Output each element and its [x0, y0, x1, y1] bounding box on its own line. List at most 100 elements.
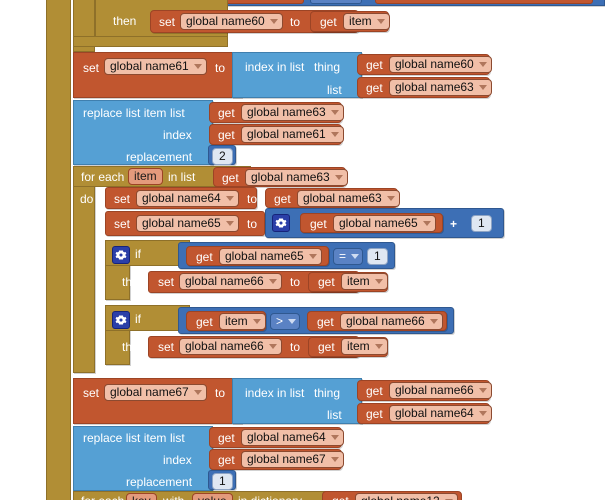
then2-set-dropdown[interactable]: global name66: [179, 338, 282, 355]
chevron-down-icon[interactable]: [374, 343, 383, 349]
replace2-list-get-label: get: [218, 431, 235, 445]
set-global-name67-dropdown[interactable]: global name67: [104, 384, 207, 401]
then1-get-item-dropdown[interactable]: item: [341, 273, 388, 290]
get-global-name60-dropdown[interactable]: global name60: [389, 56, 492, 73]
if-label-2: if: [135, 312, 141, 326]
compare1-left-get-dropdown[interactable]: global name65: [219, 248, 322, 265]
replace-list-item-replacement-label-2: replacement: [126, 475, 193, 489]
add-right-number-field[interactable]: 1: [471, 215, 492, 232]
for-each-dict-label: for each: [81, 495, 124, 500]
outer-control-spine[interactable]: [46, 0, 71, 500]
replace2-list-get-dropdown[interactable]: global name64: [241, 429, 344, 446]
to-label-64: to: [247, 192, 258, 206]
set-global-name60-dropdown[interactable]: global name60: [180, 13, 283, 30]
replace-list-item-list-label-1: list: [170, 106, 185, 120]
chevron-down-icon[interactable]: [330, 109, 339, 115]
for-each-do-label: do: [80, 192, 94, 206]
chevron-down-icon[interactable]: [288, 318, 297, 324]
set64-value-get-dropdown[interactable]: global name63: [297, 190, 400, 207]
chevron-down-icon[interactable]: [193, 63, 202, 69]
replace1-list-get-dropdown[interactable]: global name63: [241, 104, 344, 121]
compare2-right-get-dropdown[interactable]: global name66: [340, 313, 443, 330]
chevron-down-icon[interactable]: [193, 389, 202, 395]
compare1-operator-value: =: [339, 249, 347, 263]
chevron-down-icon[interactable]: [376, 18, 385, 24]
set-label-67: set: [83, 386, 100, 400]
chevron-down-icon[interactable]: [268, 343, 277, 349]
chevron-down-icon[interactable]: [330, 456, 339, 462]
then1-set-label: set: [158, 275, 175, 289]
index-in-list-title-2: index in list: [245, 386, 305, 400]
top-then-foot[interactable]: [73, 36, 228, 47]
replace2-replacement-number-field[interactable]: 1: [212, 473, 233, 490]
to-label-60: to: [290, 15, 301, 29]
replace-list-item-index-label-2: index: [163, 453, 192, 467]
for-each-dict-get-dropdown[interactable]: global name12: [355, 493, 458, 500]
replace2-index-get-dropdown[interactable]: global name67: [241, 451, 344, 468]
get-global-name66-value: global name66: [395, 383, 474, 397]
compare2-operator-dropdown[interactable]: >: [270, 313, 301, 330]
get-label-name66: get: [366, 384, 383, 398]
chevron-down-icon[interactable]: [351, 253, 360, 259]
chevron-down-icon[interactable]: [268, 278, 277, 284]
chevron-down-icon[interactable]: [478, 61, 487, 67]
for-each-item-param[interactable]: item: [128, 168, 163, 185]
blocks-workspace[interactable]: then set global name60 to get item set g…: [0, 0, 605, 500]
get-global-name64-dropdown-2[interactable]: global name64: [389, 405, 492, 422]
set64-value-get-value: global name63: [303, 191, 382, 205]
then2-get-item-dropdown[interactable]: item: [341, 338, 388, 355]
chevron-down-icon[interactable]: [386, 195, 395, 201]
replace1-replacement-number-field[interactable]: 2: [212, 148, 233, 165]
chevron-down-icon[interactable]: [330, 131, 339, 137]
replace2-list-get-value: global name64: [247, 430, 326, 444]
chevron-down-icon[interactable]: [225, 195, 234, 201]
for-each-dict-value-param[interactable]: value: [192, 493, 233, 500]
top-comparison-operator[interactable]: [310, 0, 362, 4]
index-in-list-title-1: index in list: [245, 60, 305, 74]
top-comparison-right-get[interactable]: [375, 0, 593, 4]
chevron-down-icon[interactable]: [422, 220, 431, 226]
for-each-dict-value-value: value: [192, 493, 233, 500]
compare2-left-get-label: get: [196, 315, 213, 329]
replace1-list-get-value: global name63: [247, 105, 326, 119]
set-label-65: set: [114, 217, 131, 231]
get-global-name63-dropdown-1[interactable]: global name63: [389, 79, 492, 96]
set-label-61: set: [83, 61, 100, 75]
index-in-list-block-2[interactable]: [232, 378, 362, 424]
compare1-operator-dropdown[interactable]: =: [333, 248, 364, 265]
then2-get-label: get: [318, 340, 335, 354]
replace1-index-get-dropdown[interactable]: global name61: [241, 126, 344, 143]
chevron-down-icon[interactable]: [429, 318, 438, 324]
chevron-down-icon[interactable]: [374, 278, 383, 284]
add-left-get-dropdown[interactable]: global name65: [333, 215, 436, 232]
chevron-down-icon[interactable]: [225, 220, 234, 226]
then1-set-dropdown[interactable]: global name66: [179, 273, 282, 290]
mutator-gear-icon-if-2[interactable]: [112, 311, 130, 329]
chevron-down-icon[interactable]: [252, 318, 261, 324]
chevron-down-icon[interactable]: [334, 174, 343, 180]
for-each-dict-key-param[interactable]: key: [126, 493, 157, 500]
for-each-list-get-dropdown[interactable]: global name63: [245, 169, 348, 186]
mutator-gear-icon-add[interactable]: [272, 214, 290, 232]
mutator-gear-icon-if-1[interactable]: [112, 246, 130, 264]
get-global-name66-dropdown[interactable]: global name66: [389, 382, 492, 399]
replace-list-item-title-1: replace list item: [83, 106, 167, 120]
set-label-60: set: [159, 15, 176, 29]
chevron-down-icon[interactable]: [478, 387, 487, 393]
chevron-down-icon[interactable]: [308, 253, 317, 259]
compare2-left-get-dropdown[interactable]: item: [219, 313, 266, 330]
set-global-name64-dropdown[interactable]: global name64: [136, 190, 239, 207]
chevron-down-icon[interactable]: [330, 434, 339, 440]
replace2-index-get-value: global name67: [247, 452, 326, 466]
get-item-dropdown-1[interactable]: item: [343, 13, 390, 30]
chevron-down-icon[interactable]: [478, 410, 487, 416]
compare1-left-get-label: get: [196, 250, 213, 264]
get-global-name63-value-1: global name63: [395, 80, 474, 94]
set-global-name65-dropdown[interactable]: global name65: [136, 215, 239, 232]
get-global-name60-value: global name60: [395, 57, 474, 71]
index-in-list-block-1[interactable]: [232, 52, 362, 98]
chevron-down-icon[interactable]: [269, 18, 278, 24]
compare1-right-number-field[interactable]: 1: [367, 248, 388, 265]
set-global-name61-dropdown[interactable]: global name61: [104, 58, 207, 75]
chevron-down-icon[interactable]: [478, 84, 487, 90]
